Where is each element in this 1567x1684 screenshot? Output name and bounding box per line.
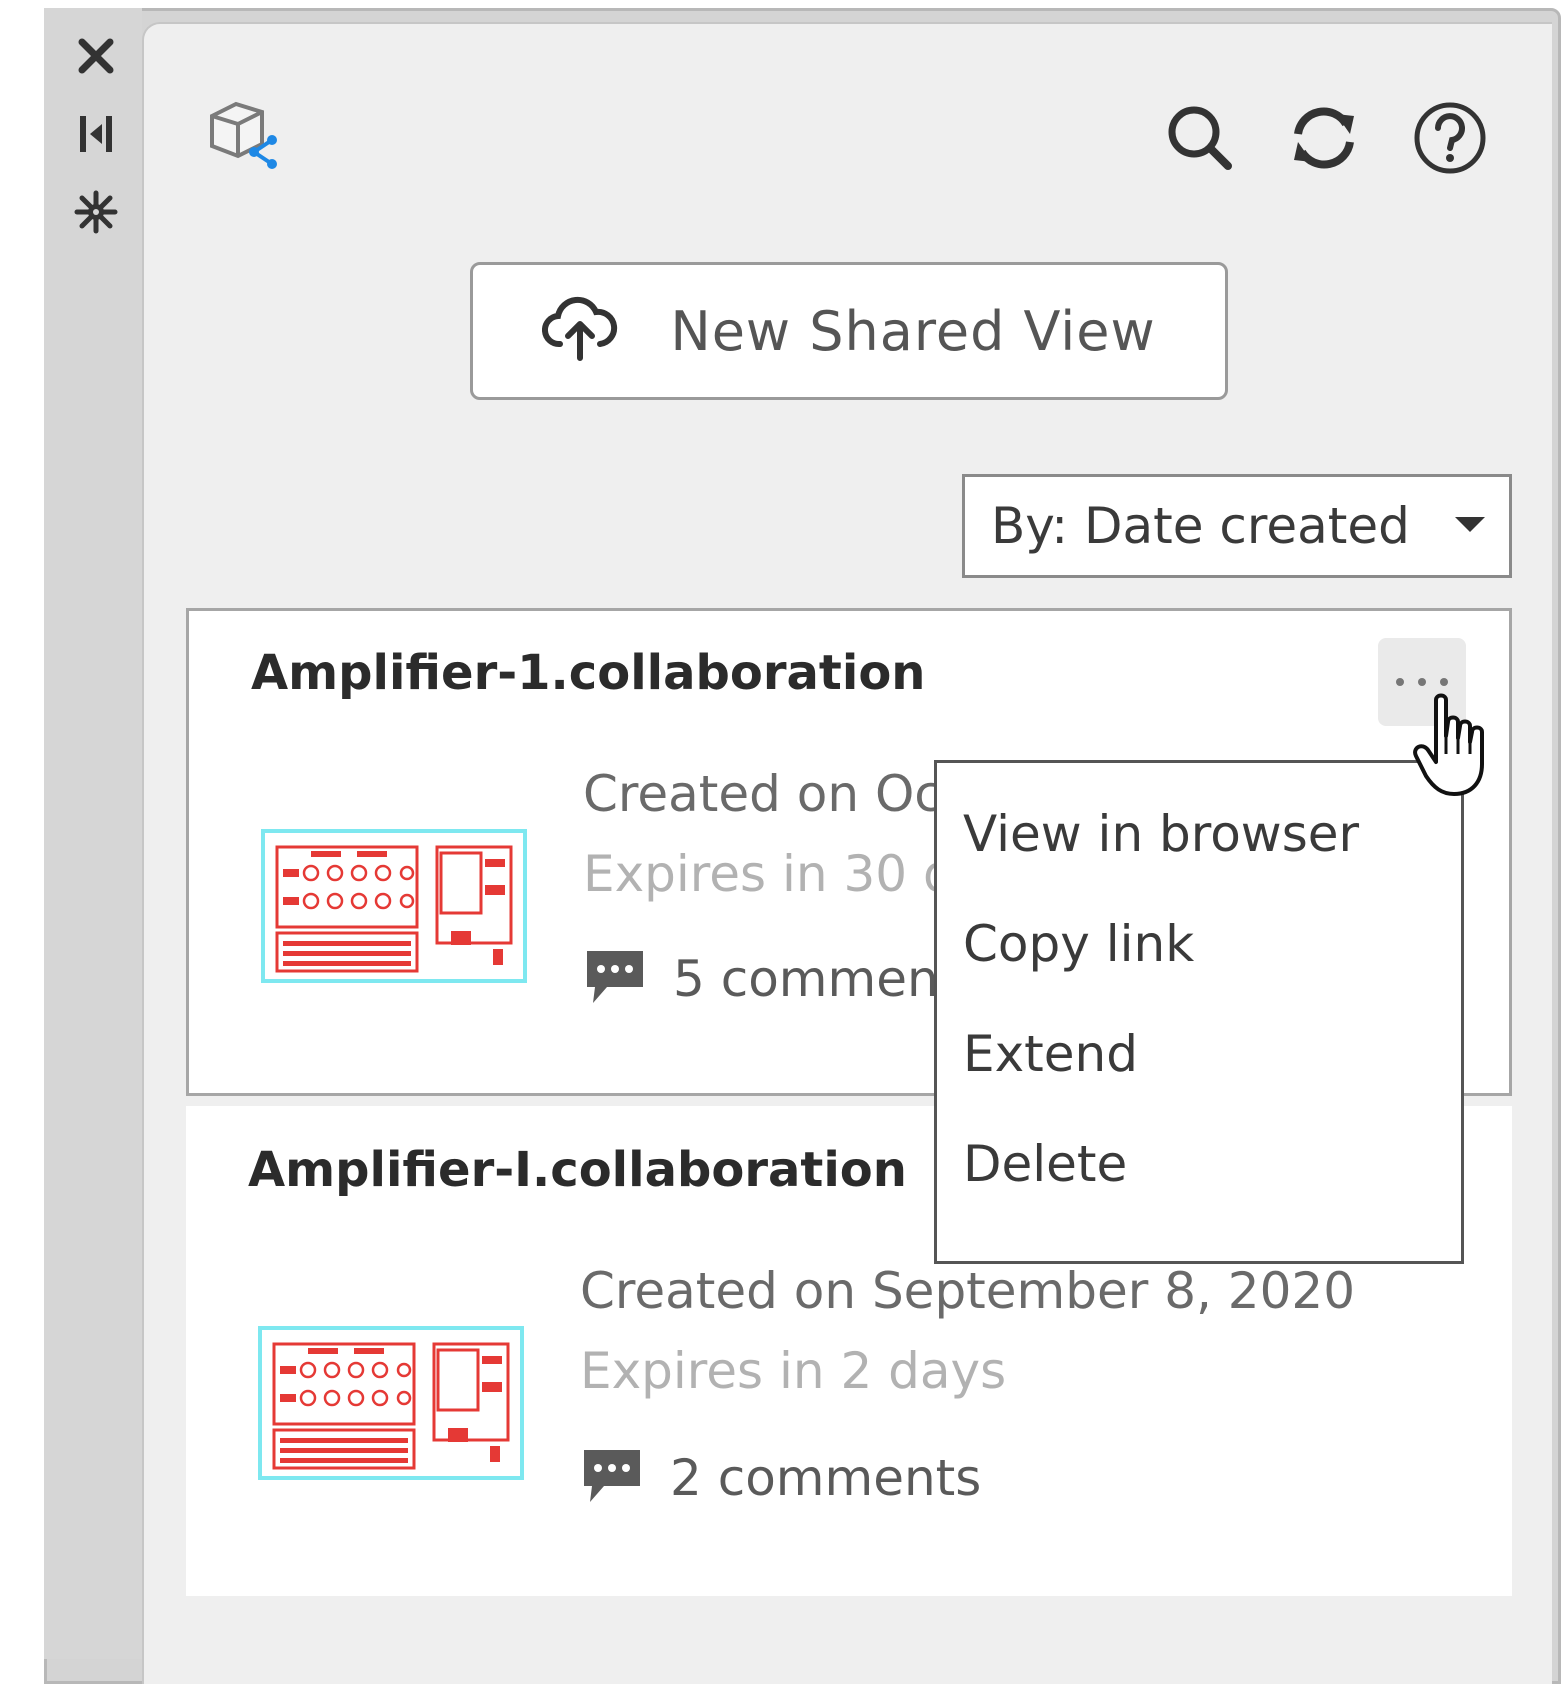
view-thumbnail: [261, 829, 527, 985]
upload-cloud-icon: [542, 296, 618, 366]
hand-pointer-cursor-icon: [1412, 692, 1496, 800]
refresh-icon[interactable]: [1284, 98, 1364, 178]
view-title: Amplifier-1.collaboration: [251, 645, 926, 701]
created-date: Created on September 8, 2020: [580, 1262, 1356, 1320]
palette-toolstrip: [44, 8, 142, 1659]
comments-count: 5 comment: [673, 950, 959, 1008]
sort-label: By: Date created: [991, 497, 1410, 555]
expiry-text: Expires in 30 d: [583, 845, 955, 903]
comments-count: 2 comments: [670, 1449, 982, 1507]
collapse-icon[interactable]: [70, 108, 122, 160]
comment-icon: [580, 1446, 644, 1510]
menu-item-view-in-browser[interactable]: View in browser: [963, 805, 1359, 863]
sort-dropdown[interactable]: By: Date created: [962, 474, 1512, 578]
expiry-text: Expires in 2 days: [580, 1342, 1007, 1400]
shared-views-cube-icon: [204, 96, 284, 176]
view-thumbnail: [258, 1326, 524, 1482]
created-date: Created on Oct: [583, 765, 962, 823]
menu-item-delete[interactable]: Delete: [963, 1135, 1127, 1193]
context-menu: View in browser Copy link Extend Delete: [934, 760, 1464, 1264]
help-icon[interactable]: [1408, 96, 1492, 180]
menu-item-extend[interactable]: Extend: [963, 1025, 1138, 1083]
settings-icon[interactable]: [70, 186, 122, 238]
comment-icon: [583, 947, 647, 1011]
comments-link[interactable]: 5 comment: [583, 947, 958, 1011]
close-icon[interactable]: [70, 30, 122, 82]
search-icon[interactable]: [1160, 98, 1240, 178]
menu-item-copy-link[interactable]: Copy link: [963, 915, 1194, 973]
view-title: Amplifier-I.collaboration: [248, 1142, 907, 1198]
new-shared-view-label: New Shared View: [670, 299, 1156, 363]
comments-link[interactable]: 2 comments: [580, 1446, 981, 1510]
new-shared-view-button[interactable]: New Shared View: [470, 262, 1228, 400]
dropdown-arrow-icon: [1453, 514, 1487, 538]
